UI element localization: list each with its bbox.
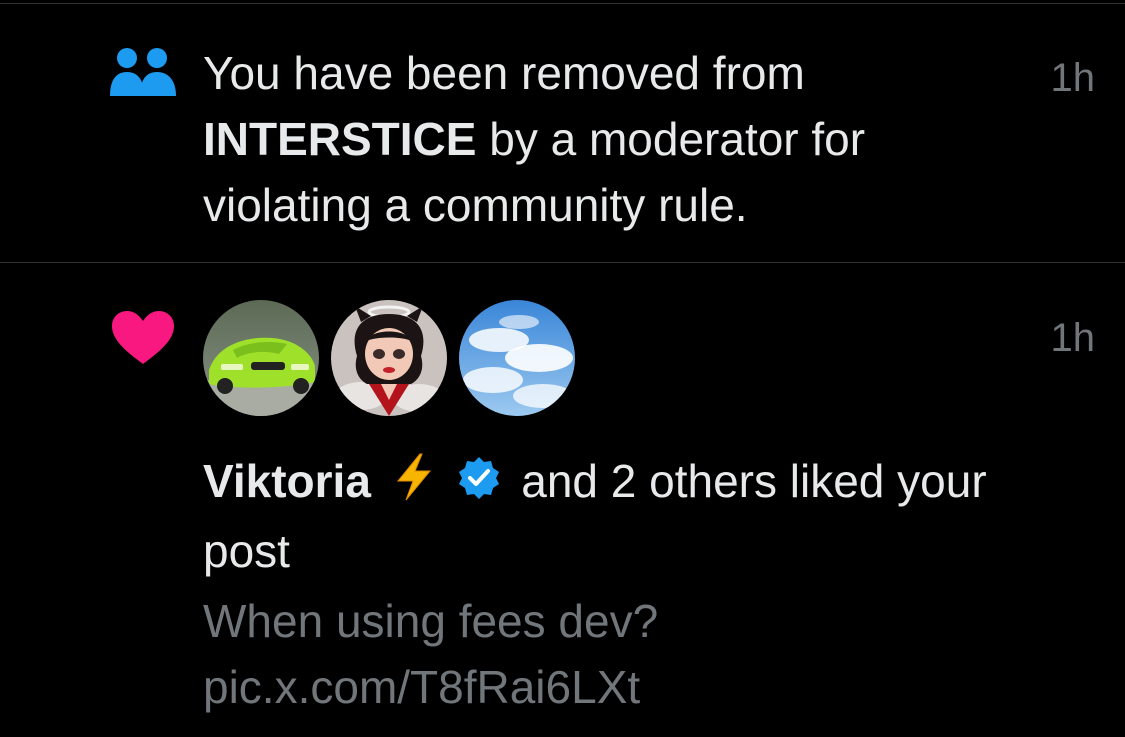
notification-text-prefix: You have been removed from [203, 47, 805, 99]
heart-icon [110, 310, 176, 371]
notification-text: You have been removed from INTERSTICE by… [203, 40, 993, 238]
lightning-emoji-icon [394, 452, 434, 518]
verified-badge-icon [456, 452, 502, 518]
community-name[interactable]: INTERSTICE [203, 113, 476, 165]
timestamp: 1h [1050, 316, 1096, 360]
community-icon [108, 44, 178, 105]
like-notification-text: Viktoria and 2 others liked your post [203, 448, 1083, 584]
cartoon-girl-avatar[interactable] [331, 300, 447, 416]
post-preview[interactable]: When using fees dev? pic.x.com/T8fRai6LX… [203, 588, 1063, 720]
green-car-avatar[interactable] [203, 300, 319, 416]
timestamp: 1h [1050, 56, 1096, 100]
notification-community-removed[interactable]: 1h You have been removed from INTERSTICE… [0, 4, 1125, 262]
user-name[interactable]: Viktoria [203, 455, 371, 507]
sky-clouds-avatar[interactable] [459, 300, 575, 416]
